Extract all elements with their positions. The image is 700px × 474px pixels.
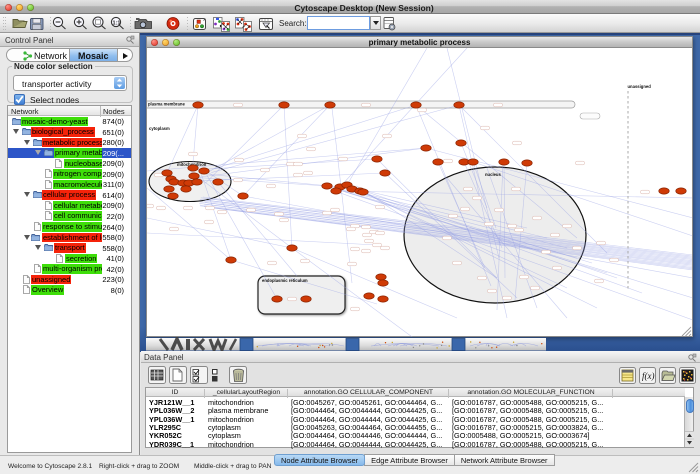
svg-text:f(x): f(x)	[642, 371, 655, 381]
svg-text:1:1: 1:1	[113, 20, 121, 26]
svg-text:cytoplasm: cytoplasm	[149, 126, 170, 131]
svg-text:plasma membrane: plasma membrane	[148, 102, 185, 107]
svg-text:unassigned: unassigned	[628, 84, 652, 89]
svg-text:endoplasmic reticulum: endoplasmic reticulum	[262, 278, 308, 283]
svg-text:nucleus: nucleus	[485, 172, 501, 177]
